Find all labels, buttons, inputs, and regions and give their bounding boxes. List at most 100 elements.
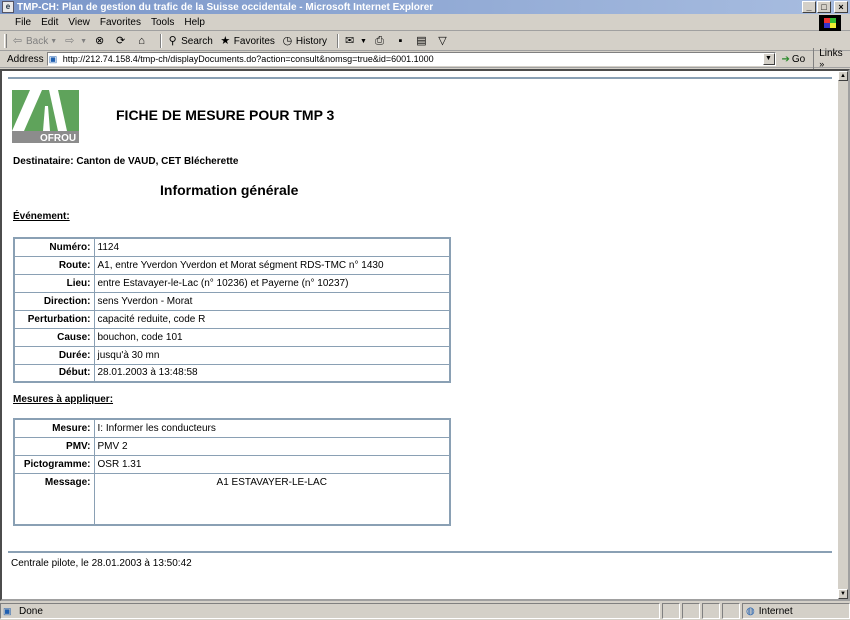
field-label: PMV: bbox=[13, 436, 95, 456]
vertical-scrollbar[interactable]: ▲ ▼ bbox=[838, 71, 848, 599]
field-value: jusqu'à 30 mn bbox=[93, 345, 451, 365]
field-label: Durée: bbox=[13, 345, 95, 365]
home-button[interactable]: ⌂ bbox=[135, 35, 150, 48]
back-dropdown-icon[interactable]: ▼ bbox=[50, 38, 57, 45]
field-value: PMV 2 bbox=[93, 436, 451, 456]
address-input[interactable]: ▣ http://212.74.158.4/tmp-ch/displayDocu… bbox=[46, 52, 776, 66]
field-label: Cause: bbox=[13, 327, 95, 347]
field-value: I: Informer les conducteurs bbox=[93, 418, 451, 438]
menu-tools[interactable]: Tools bbox=[146, 17, 179, 28]
table-row: Route: A1, entre Yverdon Yverdon et Morat… bbox=[13, 255, 451, 275]
history-button[interactable]: ◷ History bbox=[281, 35, 327, 48]
top-divider bbox=[8, 77, 832, 79]
scroll-up-icon[interactable]: ▲ bbox=[838, 71, 848, 81]
menu-edit[interactable]: Edit bbox=[36, 17, 63, 28]
event-table: Numéro: 1124 Route: A1, entre Yverdon Yver… bbox=[13, 237, 451, 383]
field-label: Mesure: bbox=[13, 418, 95, 438]
discuss-icon: ▤ bbox=[416, 34, 427, 47]
status-text: Done bbox=[19, 605, 43, 617]
table-row: Mesure: I: Informer les conducteurs bbox=[13, 418, 451, 438]
print-button[interactable]: ⎙ bbox=[373, 35, 388, 48]
history-icon: ◷ bbox=[282, 34, 293, 47]
scroll-down-icon[interactable]: ▼ bbox=[838, 589, 848, 599]
favorites-icon: ★ bbox=[220, 34, 231, 47]
page-title: FICHE DE MESURE POUR TMP 3 bbox=[116, 107, 335, 123]
security-zone: ◍ Internet bbox=[742, 603, 850, 619]
table-row: Direction: sens Yverdon - Morat bbox=[13, 291, 451, 311]
status-cell bbox=[722, 603, 740, 619]
browser-viewport: OFROU FICHE DE MESURE POUR TMP 3 Destina… bbox=[0, 69, 850, 601]
links-button[interactable]: Links » bbox=[813, 48, 850, 70]
field-value: bouchon, code 101 bbox=[93, 327, 451, 347]
field-label: Début: bbox=[13, 363, 95, 383]
title-bar: e TMP-CH: Plan de gestion du trafic de l… bbox=[0, 0, 850, 14]
field-value: 28.01.2003 à 13:48:58 bbox=[93, 363, 451, 383]
stop-icon: ⊗ bbox=[95, 34, 105, 47]
table-row: Pictogramme: OSR 1.31 bbox=[13, 454, 451, 474]
address-dropdown-icon[interactable]: ▼ bbox=[762, 53, 775, 65]
close-button[interactable]: × bbox=[834, 1, 848, 13]
destinataire-text: Destinataire: Canton de VAUD, CET Bléche… bbox=[13, 156, 239, 167]
bottom-divider bbox=[8, 551, 832, 553]
go-label: Go bbox=[791, 53, 806, 65]
status-cell bbox=[682, 603, 700, 619]
windows-logo-icon bbox=[819, 15, 841, 31]
menu-help[interactable]: Help bbox=[179, 17, 210, 28]
logo-text: OFROU bbox=[40, 133, 76, 143]
status-bar: ▣ Done ◍ Internet bbox=[0, 602, 850, 620]
links-label: Links bbox=[819, 48, 843, 59]
links-chevron-icon: » bbox=[819, 59, 825, 69]
field-label: Numéro: bbox=[13, 237, 95, 257]
edit-button[interactable]: ▪ bbox=[394, 35, 409, 48]
toolbar-grip[interactable] bbox=[4, 34, 7, 48]
messenger-icon: ▽ bbox=[438, 34, 447, 47]
field-value: 1124 bbox=[93, 237, 451, 257]
favorites-button[interactable]: ★ Favorites bbox=[219, 35, 275, 48]
standard-toolbar: ⇦ Back ▼ ⇨ ▼ ⊗ ⟳ ⌂ ⚲ Search ★ Favorites … bbox=[0, 32, 850, 51]
event-heading: Événement: bbox=[13, 211, 70, 222]
print-icon: ⎙ bbox=[375, 34, 384, 47]
menu-file[interactable]: File bbox=[10, 17, 36, 28]
search-button[interactable]: ⚲ Search bbox=[166, 35, 213, 48]
mail-button[interactable]: ✉ ▼ bbox=[343, 35, 367, 48]
back-arrow-icon: ⇦ bbox=[12, 34, 23, 47]
measures-heading: Mesures à appliquer: bbox=[13, 394, 114, 405]
table-row: Cause: bouchon, code 101 bbox=[13, 327, 451, 347]
globe-icon: ◍ bbox=[746, 605, 755, 617]
stop-button[interactable]: ⊗ bbox=[93, 35, 108, 48]
search-icon: ⚲ bbox=[168, 34, 177, 47]
mail-dropdown-icon[interactable]: ▼ bbox=[360, 38, 367, 45]
table-row: Message: A1 ESTAVAYER-LE-LAC bbox=[13, 472, 451, 526]
status-text-panel: ▣ Done bbox=[0, 603, 660, 619]
field-label: Lieu: bbox=[13, 273, 95, 293]
page-document: OFROU FICHE DE MESURE POUR TMP 3 Destina… bbox=[2, 71, 838, 599]
maximize-button[interactable]: □ bbox=[817, 1, 831, 13]
field-value: sens Yverdon - Morat bbox=[93, 291, 451, 311]
table-row: PMV: PMV 2 bbox=[13, 436, 451, 456]
favorites-label: Favorites bbox=[233, 35, 275, 47]
message-value: A1 ESTAVAYER-LE-LAC bbox=[93, 472, 451, 526]
discuss-button[interactable]: ▤ bbox=[415, 35, 430, 48]
table-row: Début: 28.01.2003 à 13:48:58 bbox=[13, 363, 451, 383]
field-label: Pictogramme: bbox=[13, 454, 95, 474]
refresh-button[interactable]: ⟳ bbox=[114, 35, 129, 48]
refresh-icon: ⟳ bbox=[116, 34, 126, 47]
back-button[interactable]: ⇦ Back ▼ bbox=[11, 35, 57, 48]
go-button[interactable]: ➔ Go bbox=[782, 54, 806, 65]
menu-bar: File Edit View Favorites Tools Help bbox=[0, 14, 850, 31]
forward-dropdown-icon[interactable]: ▼ bbox=[80, 38, 87, 45]
page-icon: ▣ bbox=[48, 53, 58, 64]
field-label: Route: bbox=[13, 255, 95, 275]
address-url[interactable]: http://212.74.158.4/tmp-ch/displayDocume… bbox=[63, 54, 434, 64]
menu-view[interactable]: View bbox=[63, 17, 95, 28]
table-row: Lieu: entre Estavayer-le-Lac (n° 10236) e… bbox=[13, 273, 451, 293]
field-value: entre Estavayer-le-Lac (n° 10236) et Pay… bbox=[93, 273, 451, 293]
back-label: Back bbox=[26, 35, 49, 47]
forward-button[interactable]: ⇨ ▼ bbox=[63, 35, 87, 48]
menu-favorites[interactable]: Favorites bbox=[95, 17, 146, 28]
history-label: History bbox=[295, 35, 328, 47]
home-icon: ⌂ bbox=[138, 34, 145, 47]
messenger-button[interactable]: ▽ bbox=[436, 35, 451, 48]
window-title: TMP-CH: Plan de gestion du trafic de la … bbox=[17, 1, 434, 13]
minimize-button[interactable]: _ bbox=[802, 1, 816, 13]
